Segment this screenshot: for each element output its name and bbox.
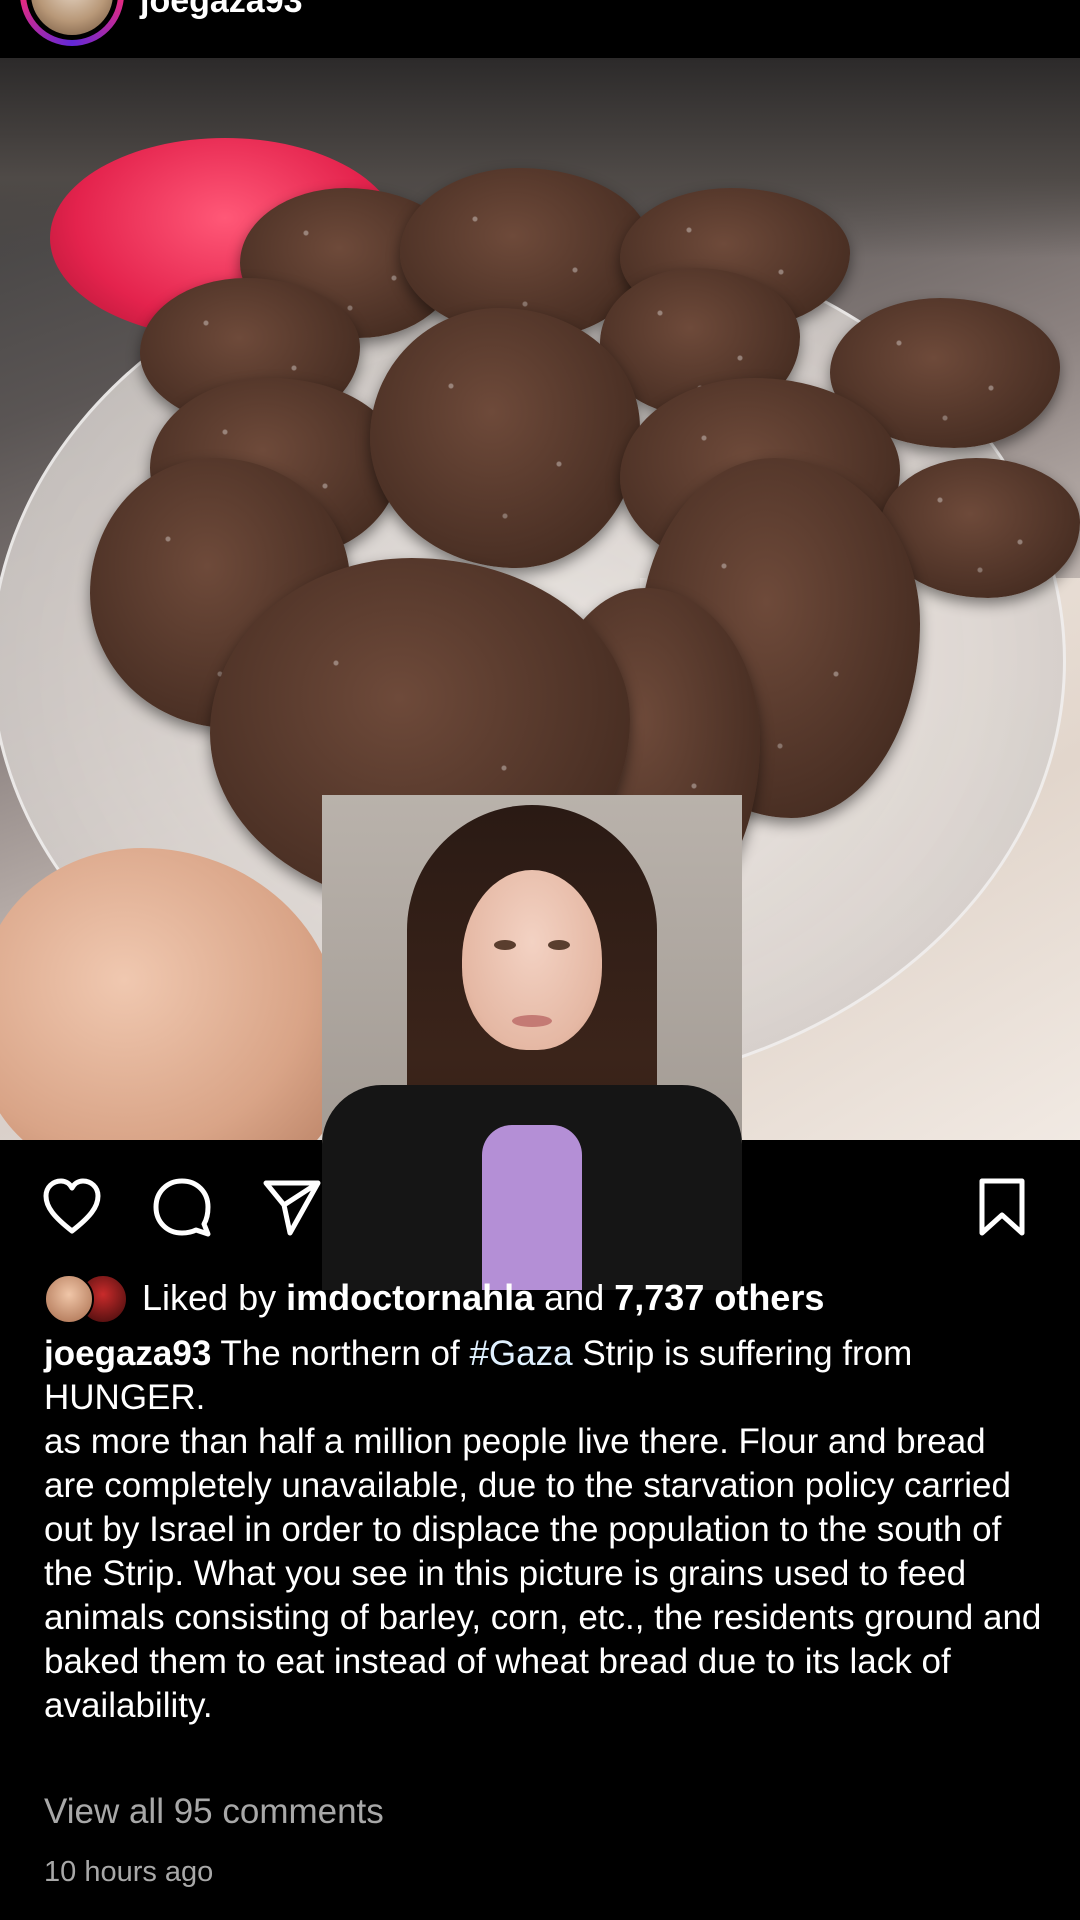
comment-bubble-icon[interactable]: [150, 1175, 214, 1239]
post-timestamp: 10 hours ago: [44, 1856, 214, 1888]
view-all-comments-link[interactable]: View all 95 comments: [44, 1792, 384, 1832]
likes-prefix: Liked by: [142, 1277, 277, 1318]
header-username[interactable]: joegaza93: [140, 0, 303, 21]
paper-plane-icon[interactable]: [260, 1175, 324, 1239]
likes-others-count[interactable]: 7,737 others: [614, 1277, 824, 1319]
hashtag-link[interactable]: #Gaza: [469, 1334, 572, 1373]
likes-connector: and: [544, 1277, 605, 1318]
post-header: joegaza93: [0, 0, 1080, 58]
liker-avatar: [44, 1274, 94, 1324]
likes-summary[interactable]: Liked by imdoctornahla and 7,737 others: [44, 1272, 824, 1324]
caption-username[interactable]: joegaza93: [44, 1334, 211, 1373]
liked-by-username[interactable]: imdoctornahla: [286, 1277, 534, 1319]
caption-body: as more than half a million people live …: [44, 1422, 1042, 1725]
post-action-bar: [0, 1140, 1080, 1270]
heart-outline-icon[interactable]: [40, 1175, 104, 1239]
author-avatar[interactable]: [20, 0, 124, 46]
caption-text: The northern of: [220, 1334, 460, 1373]
bookmark-icon[interactable]: [970, 1175, 1034, 1239]
liker-avatars: [44, 1274, 128, 1324]
presenter-face: [462, 870, 602, 1050]
post-caption: joegaza93 The northern of #Gaza Strip is…: [44, 1332, 1044, 1728]
